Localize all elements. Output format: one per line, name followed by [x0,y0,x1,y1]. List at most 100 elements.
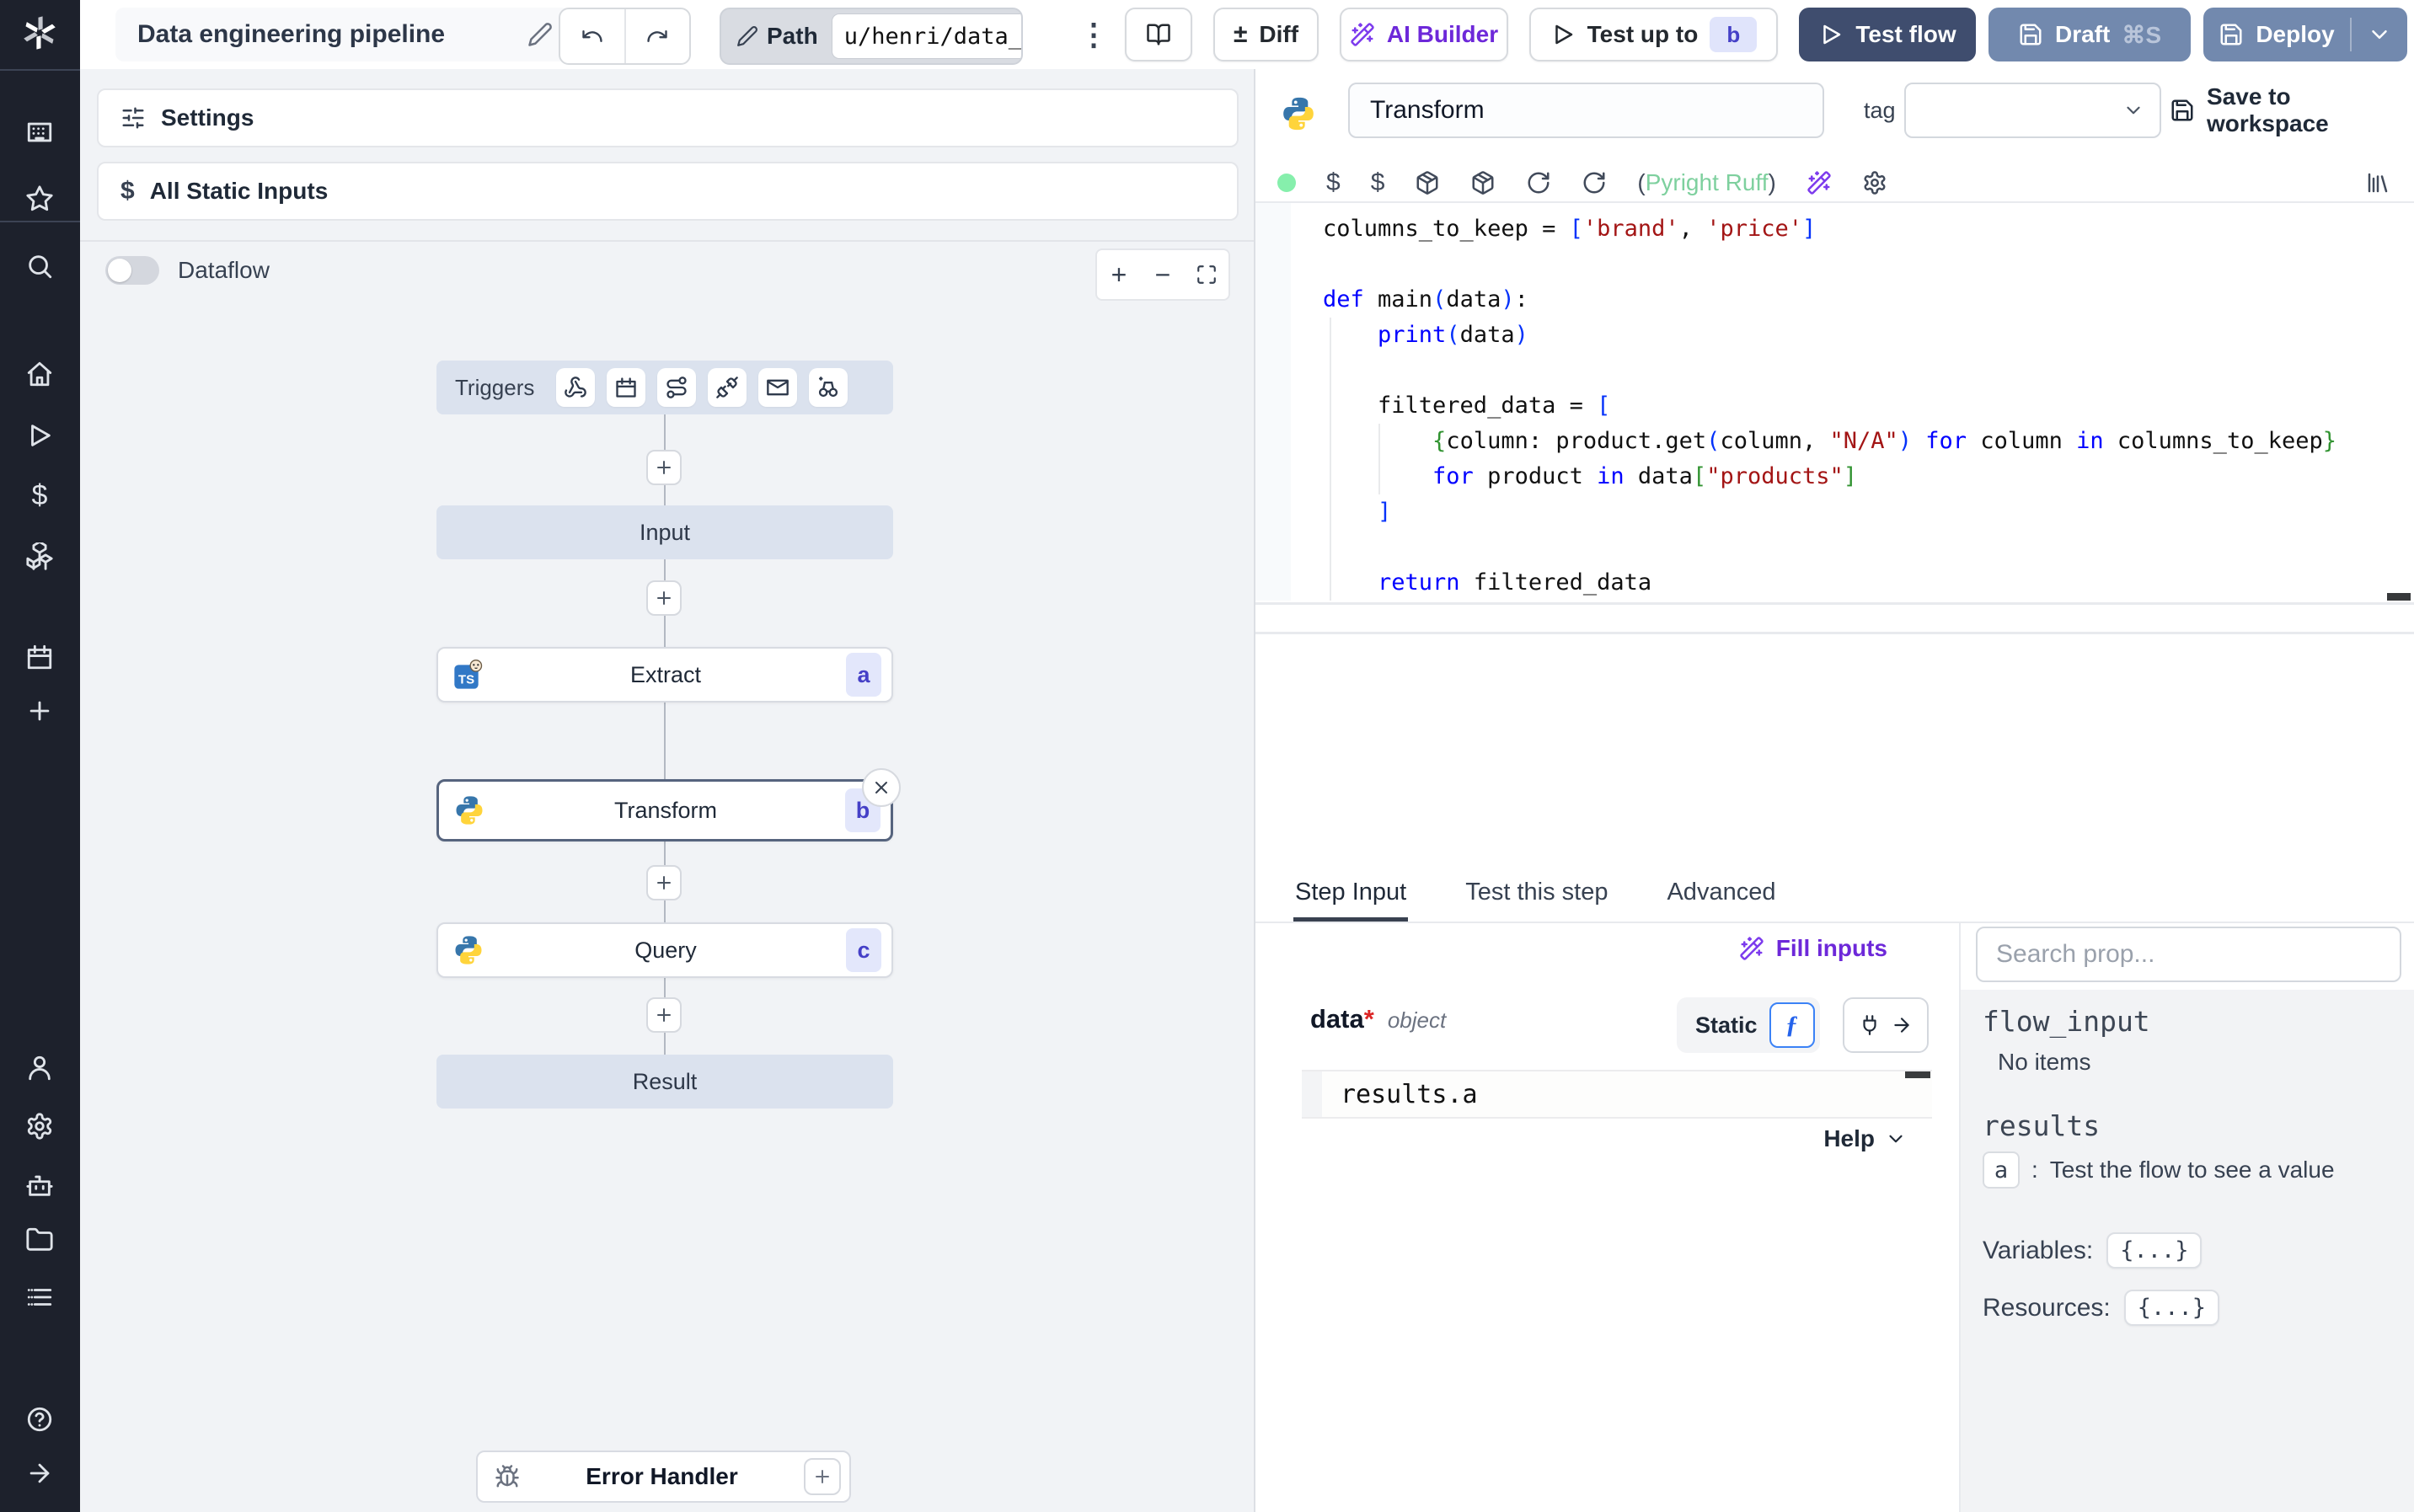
extract-node[interactable]: TS Extract a [436,647,893,703]
home-icon[interactable] [21,355,58,393]
dataflow-toggle[interactable] [105,256,159,285]
redo-button[interactable] [626,9,690,63]
flow-result-node[interactable]: Result [436,1055,893,1109]
windmill-logo-icon[interactable] [19,12,61,54]
insert-step-button[interactable] [646,580,682,616]
result-entry[interactable]: a : Test the flow to see a value [1983,1151,2335,1189]
code-editor[interactable]: columns_to_keep = ['brand', 'price'] def … [1255,203,2414,602]
error-handler-node[interactable]: Error Handler [476,1451,851,1503]
arrow-right-icon[interactable] [21,1455,58,1492]
step-name-input[interactable] [1348,83,1824,138]
ai-builder-button[interactable]: AI Builder [1340,8,1508,61]
person-icon[interactable] [21,1050,58,1087]
connect-input-button[interactable] [1843,997,1929,1053]
app-grid-icon[interactable] [21,114,58,151]
test-flow-button[interactable]: Test flow [1799,8,1976,61]
plus-node-icon[interactable] [21,692,58,729]
deploy-button[interactable]: Deploy [2203,8,2407,61]
chevron-down-icon[interactable] [2367,22,2392,47]
editor-scrollbar[interactable] [2387,593,2411,601]
results-section[interactable]: results [1983,1109,2100,1142]
package-icon[interactable] [1470,170,1496,195]
variables-row[interactable]: Variables: {...} [1983,1232,2203,1269]
more-menu-button[interactable]: ⋮ [1071,12,1116,57]
dollar-icon[interactable]: $ [1371,170,1385,195]
query-node[interactable]: Query c [436,922,893,978]
edit-title-pencil-icon[interactable] [527,22,553,47]
wand-icon[interactable] [1806,170,1832,195]
package-icon[interactable] [1415,170,1440,195]
dollar-icon[interactable]: $ [1326,170,1341,195]
flow-title-box[interactable]: Data engineering pipeline [115,8,570,61]
calendar-icon[interactable] [21,638,58,676]
search-prop-input[interactable] [1976,927,2401,982]
poll-trigger-icon[interactable] [809,368,848,407]
result-key-badge[interactable]: a [1983,1151,2020,1189]
draft-button[interactable]: Draft ⌘S [1988,8,2191,61]
zoom-in-button[interactable]: + [1097,250,1141,299]
expression-editor[interactable]: results.a [1302,1070,1932,1119]
tab-step-input[interactable]: Step Input [1293,868,1409,922]
fit-view-button[interactable] [1185,250,1228,299]
zoom-out-button[interactable]: − [1141,250,1185,299]
gear-icon[interactable] [21,1108,58,1145]
variables-badge[interactable]: {...} [2106,1232,2203,1269]
list-icon[interactable] [21,1279,58,1316]
code-line: columns_to_keep = ['brand', 'price'] [1323,216,1817,242]
insert-step-button[interactable] [646,450,682,485]
expression-value[interactable]: results.a [1322,1080,1478,1109]
refresh-icon[interactable] [1526,170,1551,195]
help-toggle[interactable]: Help [1823,1125,1907,1152]
resources-row[interactable]: Resources: {...} [1983,1290,2220,1326]
code-line: filtered_data = [ [1323,393,1611,419]
star-icon[interactable] [21,180,58,217]
flow-input-node[interactable]: Input [436,505,893,559]
transform-node-selected[interactable]: Transform b [436,768,901,841]
route-trigger-icon[interactable] [657,368,697,407]
static-mode-label[interactable]: Static [1695,1012,1758,1039]
webhook-trigger-icon[interactable] [556,368,596,407]
insert-step-button[interactable] [646,997,682,1033]
editor-resize-divider[interactable] [1255,602,2414,605]
gear-icon[interactable] [1862,170,1887,195]
save-to-workspace-button[interactable]: Save to workspace [2170,83,2414,136]
path-value[interactable]: u/henri/data_ [831,13,1021,59]
editor-resize-divider[interactable] [1255,632,2414,634]
tab-advanced[interactable]: Advanced [1665,868,1777,922]
help-icon[interactable] [21,1401,58,1438]
resources-badge[interactable]: {...} [2123,1290,2220,1326]
path-control[interactable]: Path u/henri/data_ [720,8,1023,65]
play-icon[interactable] [21,417,58,454]
add-error-handler-button[interactable] [804,1458,841,1495]
docs-button[interactable] [1125,8,1192,61]
search-icon[interactable] [21,248,58,285]
field-type: object [1387,1007,1447,1033]
test-up-to-button[interactable]: Test up to b [1529,8,1778,61]
insert-step-button[interactable] [646,865,682,900]
tab-test-this-step[interactable]: Test this step [1464,868,1609,922]
flow-input-section[interactable]: flow_input [1983,1005,2150,1038]
mail-trigger-icon[interactable] [758,368,798,407]
library-button[interactable] [2365,170,2390,195]
dollar-icon[interactable]: $ [21,477,58,514]
robot-icon[interactable] [21,1167,58,1204]
all-static-inputs-button[interactable]: $ All Static Inputs [97,162,1239,221]
cubes-icon[interactable] [21,538,58,575]
code-line: return filtered_data [1378,569,1652,596]
refresh-icon[interactable] [1582,170,1607,195]
tag-select[interactable] [1904,83,2161,138]
flow-input-empty: No items [1998,1049,2091,1075]
plug-icon [1859,1014,1881,1036]
plug-trigger-icon[interactable] [708,368,747,407]
folder-icon[interactable] [21,1221,58,1258]
fill-inputs-button[interactable]: Fill inputs [1739,935,1887,962]
undo-button[interactable] [560,9,626,63]
code-line: {column: product.get(column, "N/A") for … [1432,428,2336,454]
calendar-trigger-icon[interactable] [607,368,646,407]
result-separator: : [2031,1157,2038,1183]
diff-button[interactable]: ± Diff [1213,8,1319,61]
expression-mode-button[interactable]: ƒ [1769,1002,1815,1048]
flow-settings-button[interactable]: Settings [97,88,1239,147]
remove-step-button[interactable] [862,768,901,807]
